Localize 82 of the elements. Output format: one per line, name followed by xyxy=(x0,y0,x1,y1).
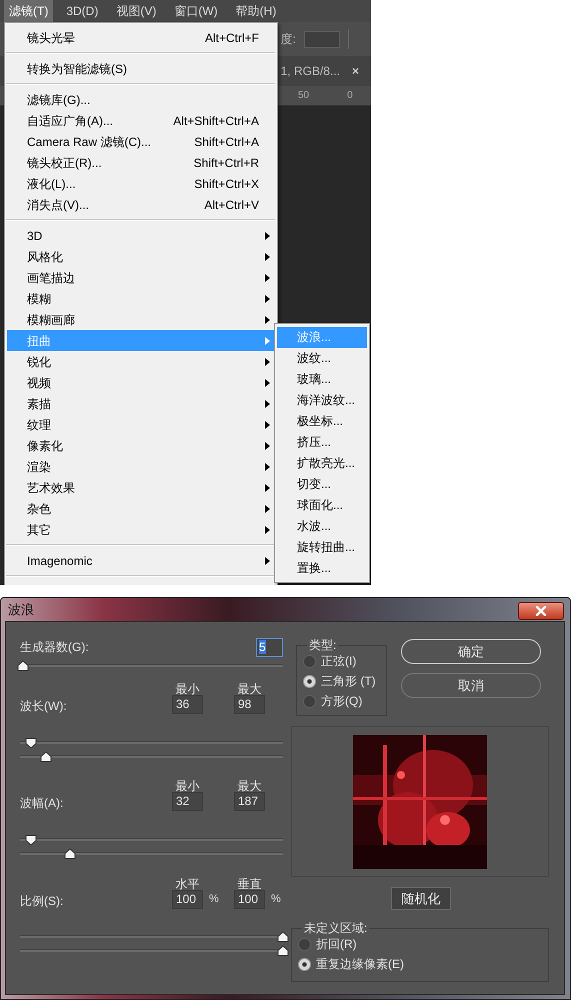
menu-item[interactable]: 波纹... xyxy=(277,348,367,369)
menu-item[interactable]: 镜头校正(R)... Shift+Ctrl+R xyxy=(7,152,275,173)
radio-circle[interactable] xyxy=(303,694,316,708)
menu-item[interactable]: 玻璃... xyxy=(277,369,367,390)
unit-label: % xyxy=(270,892,282,908)
document-tab[interactable]: 1, RGB/8... xyxy=(280,62,340,80)
menu-item[interactable]: 模糊 xyxy=(7,288,275,309)
dialog-title: 波浪 xyxy=(8,600,34,619)
menu-bar-item[interactable]: 滤镜(T) xyxy=(4,0,54,22)
menu-item[interactable]: 球面化... xyxy=(277,495,367,516)
menu-item[interactable]: 3D xyxy=(7,225,275,246)
input-field[interactable] xyxy=(304,30,340,48)
submenu-arrow-icon xyxy=(264,274,270,282)
radio-circle[interactable] xyxy=(298,958,311,970)
menu-item[interactable]: 海洋波纹... xyxy=(277,390,367,411)
column-header: 最小 xyxy=(174,681,200,698)
submenu-arrow-icon xyxy=(264,232,270,240)
menu-item[interactable]: 风格化 xyxy=(7,246,275,267)
slider-thumb[interactable] xyxy=(24,834,37,845)
radio-circle[interactable] xyxy=(303,674,316,688)
submenu-arrow-icon xyxy=(264,294,270,302)
menu-item[interactable]: 置换... xyxy=(277,558,367,579)
number-field[interactable]: 32 xyxy=(172,792,203,811)
slider-thumb[interactable] xyxy=(277,945,289,956)
number-field[interactable]: 5 xyxy=(256,638,283,656)
menu-bar-item[interactable]: 窗口(W) xyxy=(169,0,223,22)
number-field[interactable]: 36 xyxy=(172,695,203,714)
column-header: 最大 xyxy=(236,681,262,698)
menu-item[interactable]: Camera Raw 滤镜(C)... Shift+Ctrl+A xyxy=(7,131,275,152)
menu-item[interactable]: 水波... xyxy=(277,516,367,537)
menu-item[interactable]: 切变... xyxy=(277,474,367,495)
number-field[interactable]: 187 xyxy=(234,792,265,811)
menu-item[interactable]: 极坐标... xyxy=(277,411,367,432)
dialog-button[interactable]: 确定 xyxy=(401,639,541,664)
number-field[interactable]: 100 xyxy=(172,890,203,909)
radio-option[interactable]: 三角形 (T) xyxy=(303,671,382,691)
radio-option[interactable]: 折回(R) xyxy=(298,934,544,954)
close-button[interactable] xyxy=(518,602,564,620)
slider-thumb[interactable] xyxy=(64,848,76,859)
radio-circle[interactable] xyxy=(298,938,311,950)
menu-item[interactable]: 液化(L)... Shift+Ctrl+X xyxy=(7,173,275,194)
field-label: 波长(W): xyxy=(20,698,68,715)
slider-thumb[interactable] xyxy=(24,737,37,748)
number-field[interactable]: 100 xyxy=(234,890,265,909)
menu-item[interactable]: 自适应广角(A)... Alt+Shift+Ctrl+A xyxy=(7,110,275,131)
randomize-button[interactable]: 随机化 xyxy=(391,887,451,910)
column-header: 最大 xyxy=(236,778,262,795)
menu-bar-item[interactable]: 视图(V) xyxy=(111,0,162,22)
field-label: 比例(S): xyxy=(20,893,64,910)
menu-item[interactable]: 转换为智能滤镜(S) xyxy=(7,58,275,79)
menu-item[interactable]: 镜头光晕 Alt+Ctrl+F xyxy=(7,27,275,48)
menu-item[interactable]: 扩散亮光... xyxy=(277,453,367,474)
menu-item[interactable]: 画笔描边 xyxy=(7,267,275,288)
slider-thumb[interactable] xyxy=(16,660,29,671)
menu-bar-item[interactable]: 帮助(H) xyxy=(230,0,282,22)
field-label: 度: xyxy=(280,31,296,48)
dialog-button[interactable]: 取消 xyxy=(401,673,541,698)
menu-item[interactable]: 滤镜库(G)... xyxy=(7,89,275,110)
field-label: 生成器数(G): xyxy=(20,639,89,656)
radio-option[interactable]: 方形(Q) xyxy=(303,691,382,711)
radio-option[interactable]: 正弦(I) xyxy=(303,651,382,671)
ruler-label: 50 xyxy=(298,89,310,103)
tab-close-button[interactable]: × xyxy=(352,62,359,80)
radio-circle[interactable] xyxy=(303,654,316,668)
number-field[interactable]: 98 xyxy=(234,695,265,714)
ruler-label: 0 xyxy=(347,89,353,103)
group-label: 未定义区域: xyxy=(303,922,368,934)
column-header: 垂直 xyxy=(236,876,262,893)
group-label: 类型: xyxy=(308,639,338,651)
menu-item[interactable]: 消失点(V)... Alt+Ctrl+V xyxy=(7,194,275,215)
unit-label: % xyxy=(208,892,220,908)
submenu-arrow-icon xyxy=(264,252,270,260)
menu-item[interactable]: 旋转扭曲... xyxy=(277,537,367,558)
field-label: 波幅(A): xyxy=(20,795,64,812)
menu-bar-item[interactable]: 3D(D) xyxy=(61,0,104,22)
menu-item[interactable]: 挤压... xyxy=(277,432,367,453)
radio-option[interactable]: 重复边缘像素(E) xyxy=(298,954,544,974)
close-icon xyxy=(535,606,547,616)
column-header: 最小 xyxy=(174,778,200,795)
column-header: 水平 xyxy=(174,876,200,893)
slider-thumb[interactable] xyxy=(277,931,289,942)
slider-thumb[interactable] xyxy=(40,751,52,762)
